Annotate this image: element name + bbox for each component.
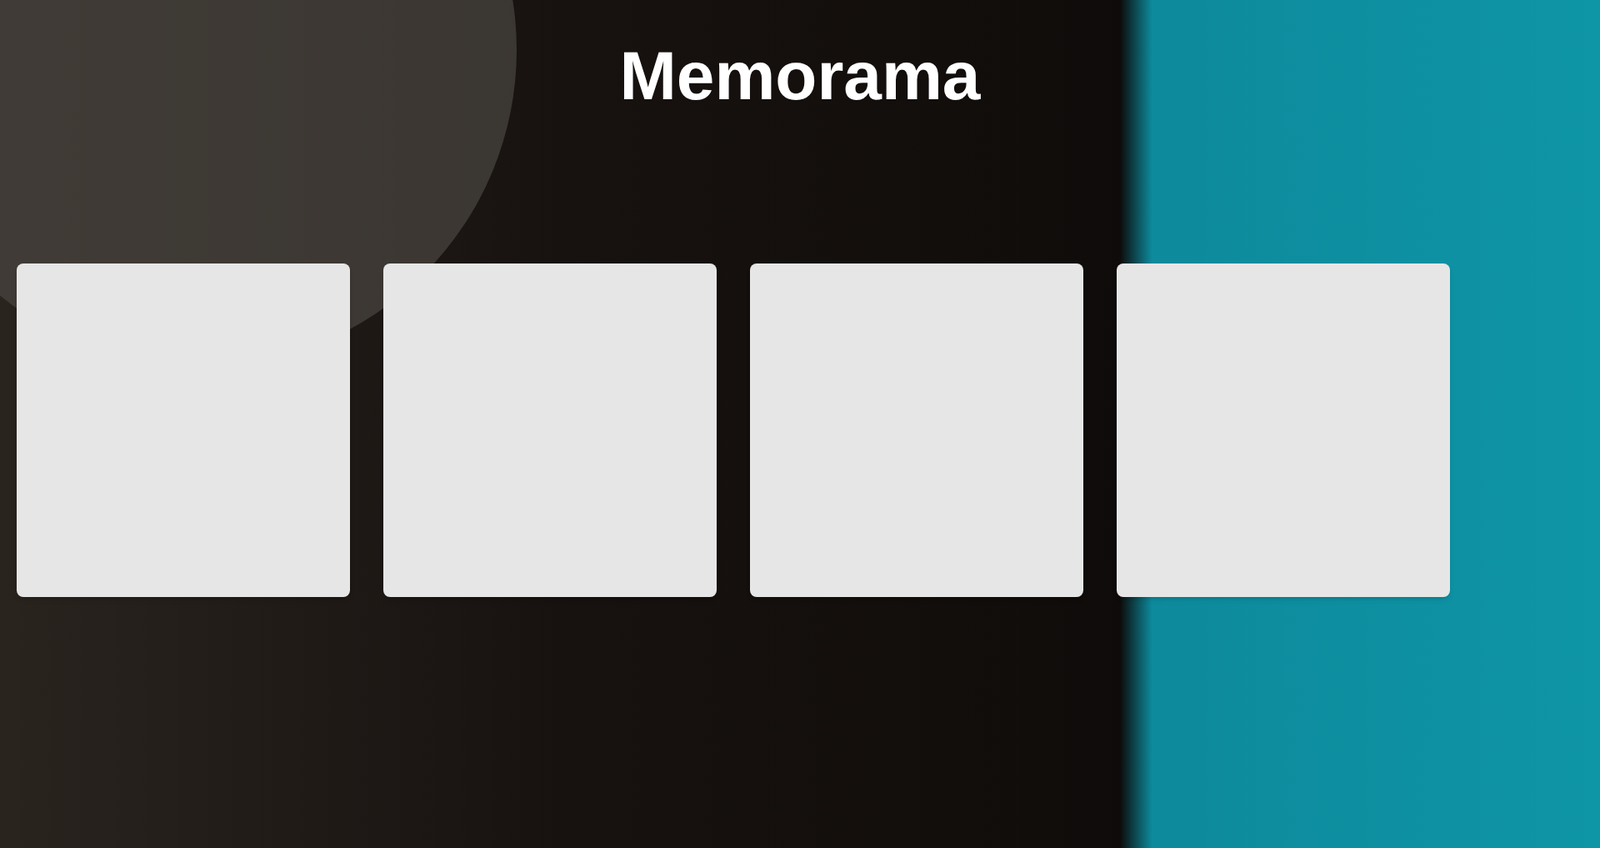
memory-card[interactable] xyxy=(383,263,717,597)
memory-card[interactable] xyxy=(16,263,350,597)
card-grid xyxy=(0,263,1600,597)
game-title: Memorama xyxy=(0,0,1600,114)
memory-card[interactable] xyxy=(750,263,1084,597)
memory-card[interactable] xyxy=(1116,263,1450,597)
game-page: Memorama xyxy=(0,0,1600,848)
